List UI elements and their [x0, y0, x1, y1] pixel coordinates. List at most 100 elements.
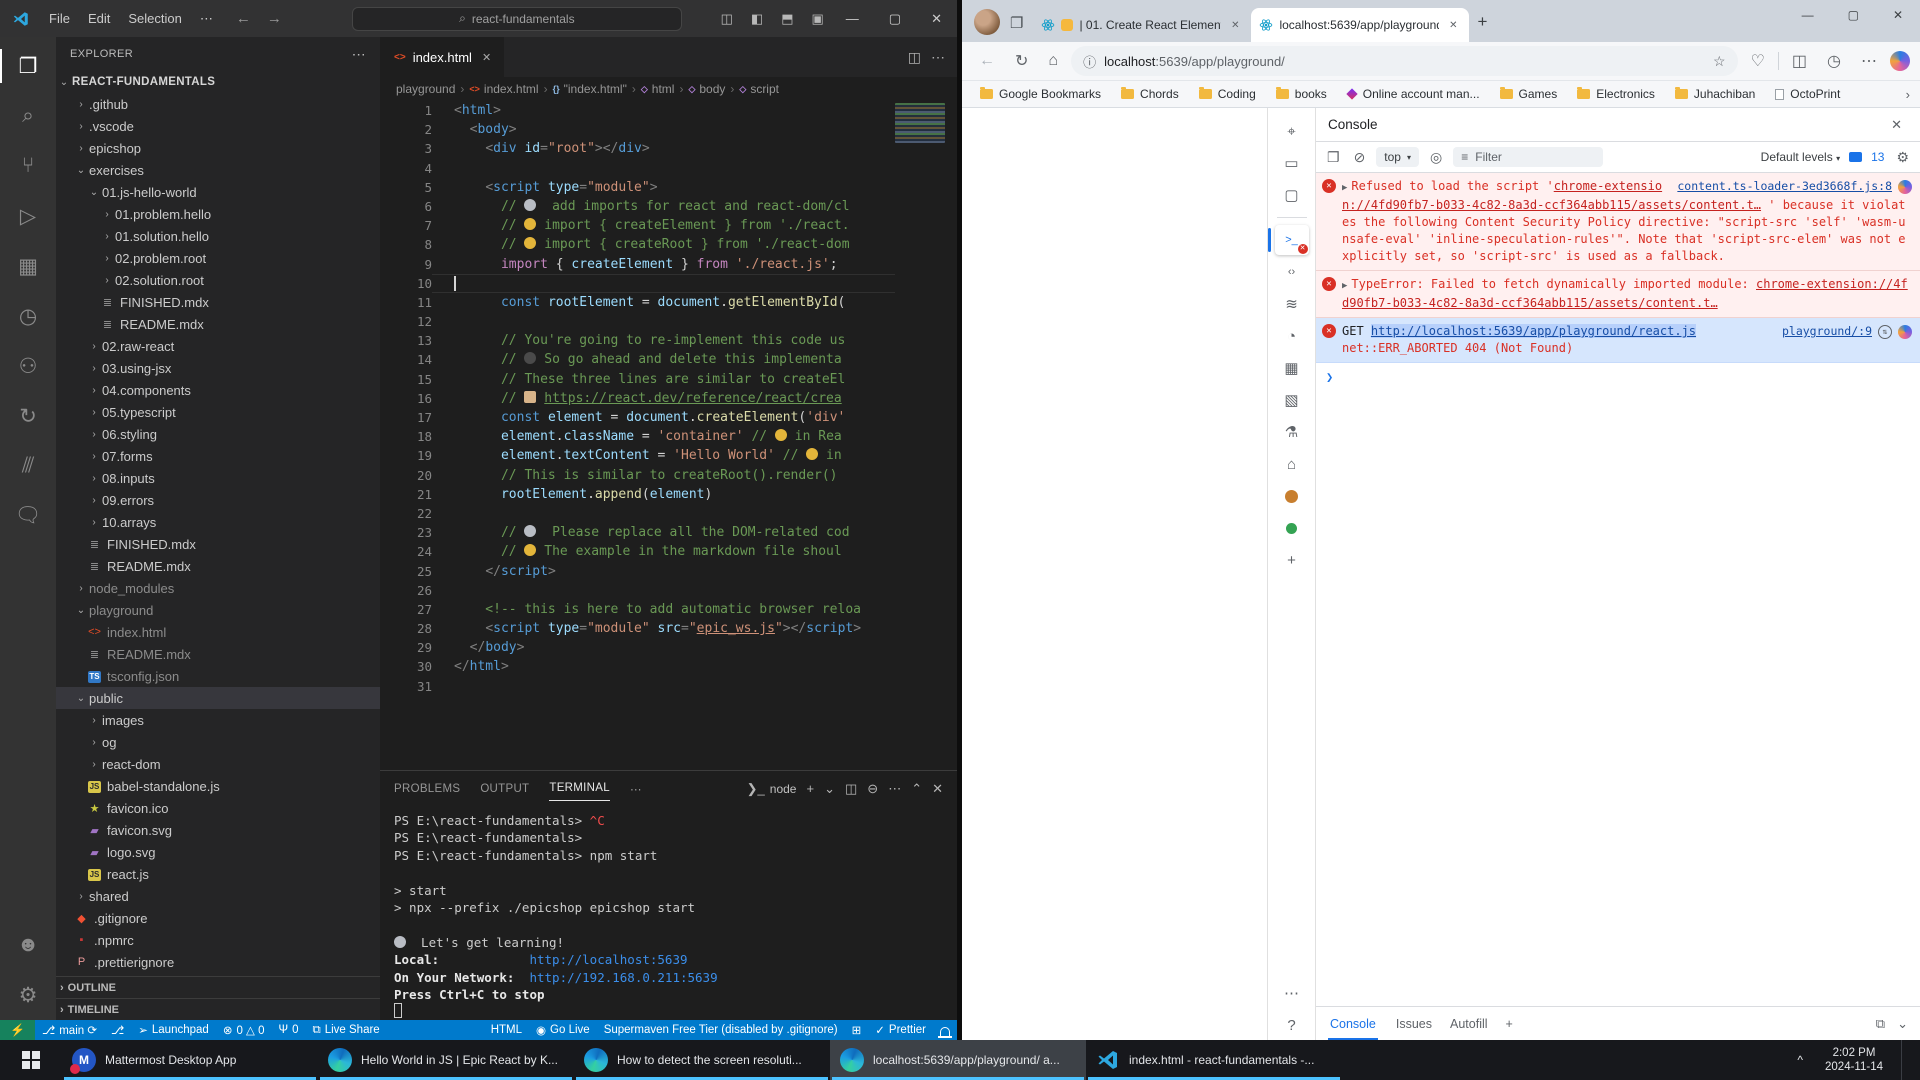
code-line[interactable]: 20 // This is similar to createRoot().re… [380, 466, 957, 485]
source-link[interactable]: playground/:9 [1782, 323, 1872, 340]
layout-toggle-icon-1[interactable]: ◧ [744, 7, 770, 31]
app-window-icon[interactable]: ▢ [1275, 180, 1309, 210]
supermaven-status[interactable]: Supermaven Free Tier (disabled by .gitig… [597, 1020, 845, 1040]
dock-side-icon[interactable]: ❐ [1324, 147, 1343, 168]
minimize-icon[interactable]: — [831, 5, 874, 33]
tree-item-favicon-ico[interactable]: ★favicon.ico [56, 797, 380, 819]
code-line[interactable]: 27 <!-- this is here to add automatic br… [380, 600, 957, 619]
application-icon[interactable]: ▧ [1275, 385, 1309, 415]
code-line[interactable]: 16 // https://react.dev/reference/react/… [380, 389, 957, 408]
tree-item-finished-mdx[interactable]: ≣FINISHED.mdx [56, 291, 380, 313]
code-line[interactable]: 3 <div id="root"></div> [380, 139, 957, 158]
close-tab-icon[interactable]: ✕ [1227, 18, 1243, 33]
tree-item-react-dom[interactable]: ›react-dom [56, 753, 380, 775]
split-terminal-icon[interactable]: ◫ [845, 781, 857, 797]
copilot-icon[interactable] [1890, 51, 1910, 71]
similar-issues-icon[interactable]: ⇅ [1878, 325, 1892, 339]
breadcrumb[interactable]: playground›<>index.html›{}"index.html"›◇… [380, 77, 957, 101]
taskbar-button-2[interactable]: Hello World in JS | Epic React by K... [318, 1040, 574, 1080]
tree-item-finished-mdx[interactable]: ≣FINISHED.mdx [56, 533, 380, 555]
run-debug-icon[interactable]: ▷ [0, 191, 56, 241]
menu-file[interactable]: File [40, 11, 79, 27]
tree-item-05-typescript[interactable]: ›05.typescript [56, 401, 380, 423]
breadcrumb-item[interactable]: ◇body [688, 82, 725, 96]
tree-item-02-solution-root[interactable]: ›02.solution.root [56, 269, 380, 291]
tree-item-index-html[interactable]: <>index.html [56, 621, 380, 643]
console-prompt[interactable]: ❯ [1316, 363, 1920, 392]
breadcrumb-item[interactable]: playground [396, 82, 455, 96]
code-line[interactable]: 24 // The example in the markdown file s… [380, 542, 957, 561]
code-line[interactable]: 10 [380, 274, 957, 293]
tree-item-04-components[interactable]: ›04.components [56, 379, 380, 401]
maximize-icon[interactable]: ▢ [1831, 0, 1876, 30]
git-compare-icon[interactable]: ⎇ [104, 1020, 131, 1040]
code-line[interactable]: 18 element.className = 'container' // in… [380, 427, 957, 446]
code-line[interactable]: 17 const element = document.createElemen… [380, 408, 957, 427]
remote-indicator[interactable]: ⚡ [0, 1020, 35, 1040]
bookmark-google-bookmarks[interactable]: Google Bookmarks [972, 84, 1109, 104]
problems-indicator[interactable]: ⊗0 △ 0 [216, 1020, 272, 1040]
address-bar[interactable]: ⓘ localhost:5639/app/playground/ ☆ [1071, 46, 1737, 76]
code-line[interactable]: 2 <body> [380, 120, 957, 139]
git-branch[interactable]: ⎇main ⟳ [35, 1020, 104, 1040]
code-line[interactable]: 7 // import { createElement } from './re… [380, 216, 957, 235]
more-tools-icon[interactable]: ⋯ [1275, 978, 1309, 1008]
tree-item--github[interactable]: ›.github [56, 93, 380, 115]
taskbar-button-5[interactable]: index.html - react-fundamentals -... [1086, 1040, 1342, 1080]
settings-more-icon[interactable]: ⋯ [1854, 47, 1884, 75]
tree-item-02-problem-root[interactable]: ›02.problem.root [56, 247, 380, 269]
performance-icon[interactable]: ◔ [1275, 321, 1309, 351]
tree-item--prettierignore[interactable]: P.prettierignore [56, 951, 380, 973]
supermaven-icon[interactable]: ⫻ [0, 441, 56, 491]
tree-item-shared[interactable]: ›shared [56, 885, 380, 907]
profile-avatar[interactable] [974, 9, 1000, 35]
tree-item-08-inputs[interactable]: ›08.inputs [56, 467, 380, 489]
drawer-tab-issues[interactable]: Issues [1396, 1017, 1432, 1031]
code-editor[interactable]: 1<html>2 <body>3 <div id="root"></div>45… [380, 101, 957, 770]
code-line[interactable]: 29 </body> [380, 638, 957, 657]
bookmark-books[interactable]: books [1268, 84, 1335, 104]
panel-more-icon[interactable]: ⋯ [888, 781, 901, 797]
workspaces-icon[interactable]: ❐ [1010, 14, 1023, 32]
close-devtools-icon[interactable]: ✕ [1885, 113, 1908, 137]
code-line[interactable]: 30</html> [380, 657, 957, 676]
add-drawer-tab-icon[interactable]: + [1506, 1017, 1513, 1031]
tree-item-10-arrays[interactable]: ›10.arrays [56, 511, 380, 533]
refresh-icon[interactable]: ↻ [1008, 47, 1035, 75]
code-line[interactable]: 5 <script type="module"> [380, 178, 957, 197]
prettier-status[interactable]: ✓Prettier [868, 1020, 933, 1040]
console-settings-gear-icon[interactable]: ⚙ [1893, 147, 1912, 168]
taskbar-button-3[interactable]: How to detect the screen resoluti... [574, 1040, 830, 1080]
copilot-explain-icon[interactable] [1898, 325, 1912, 339]
gitlens-icon[interactable]: ↻ [0, 391, 56, 441]
log-levels-dropdown[interactable]: Default levels ▾ [1761, 150, 1840, 164]
tree-item-01-solution-hello[interactable]: ›01.solution.hello [56, 225, 380, 247]
source-control-icon[interactable]: ⑂ [0, 141, 56, 191]
copilot-explain-icon[interactable] [1898, 180, 1912, 194]
kill-terminal-icon[interactable]: ⊖ [867, 781, 878, 797]
tree-item-readme-mdx[interactable]: ≣README.mdx [56, 643, 380, 665]
taskbar-button-4[interactable]: localhost:5639/app/playground/ a... [830, 1040, 1086, 1080]
close-panel-icon[interactable]: ✕ [932, 781, 943, 797]
tree-item--vscode[interactable]: ›.vscode [56, 115, 380, 137]
breadcrumb-item[interactable]: <>index.html [469, 82, 538, 96]
terminal-instance-node[interactable]: ❯_node [747, 781, 797, 797]
tree-item-06-styling[interactable]: ›06.styling [56, 423, 380, 445]
breadcrumb-item[interactable]: {}"index.html" [553, 82, 627, 96]
section-outline[interactable]: ›OUTLINE [56, 976, 380, 998]
code-line[interactable]: 25 </script> [380, 562, 957, 581]
remote-explorer-icon[interactable]: ⚇ [0, 341, 56, 391]
breadcrumb-item[interactable]: ◇script [739, 82, 779, 96]
ports-indicator[interactable]: Ψ0 [271, 1020, 305, 1040]
tray-expand-chevron[interactable]: ^ [1789, 1053, 1811, 1067]
explorer-icon[interactable]: ❐ [0, 41, 56, 91]
terminal-output[interactable]: PS E:\react-fundamentals> ^CPS E:\react-… [380, 806, 957, 1020]
tree-item-tsconfig-json[interactable]: TStsconfig.json [56, 665, 380, 687]
code-line[interactable]: 31 [380, 677, 957, 696]
code-line[interactable]: 21 rootElement.append(element) [380, 485, 957, 504]
copilot-status-icon[interactable]: ⊞ [845, 1020, 869, 1040]
console-filter-input[interactable]: ≡ Filter [1453, 147, 1603, 167]
layout-toggle-icon-2[interactable]: ⬒ [774, 7, 800, 31]
history-icon[interactable]: ◷ [1820, 47, 1848, 75]
split-screen-icon[interactable]: ◫ [1785, 47, 1814, 75]
